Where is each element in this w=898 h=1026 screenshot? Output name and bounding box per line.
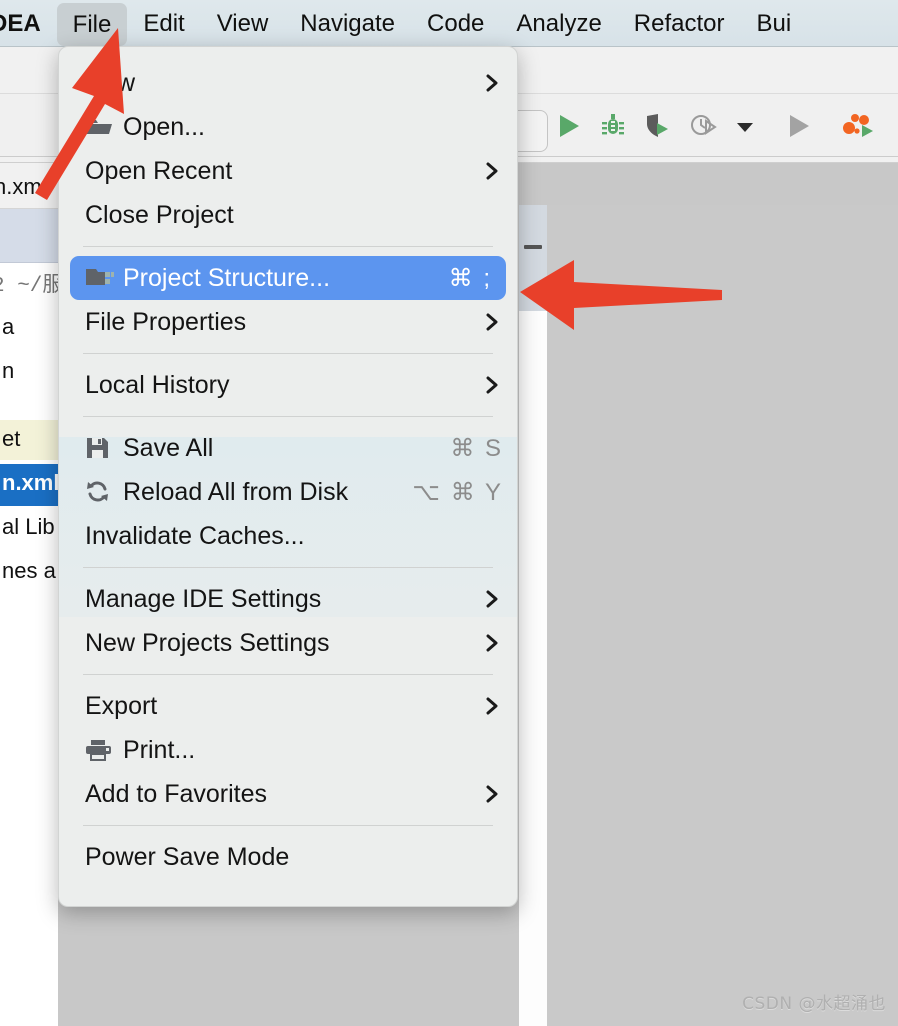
menubar-item-analyze[interactable]: Analyze — [500, 0, 617, 47]
editor-tab-label[interactable]: n.xm — [0, 174, 42, 200]
menu-item-label: Power Save Mode — [85, 842, 290, 871]
chevron-right-icon — [481, 374, 503, 396]
tree-row-label: n.xml — [2, 470, 58, 495]
editor-left-gutter — [519, 311, 547, 1026]
menu-separator — [83, 416, 493, 417]
menu-bar: DEA File Edit View Navigate Code Analyze… — [0, 0, 898, 47]
debug-icon[interactable] — [600, 112, 626, 145]
run-gray-icon[interactable] — [786, 112, 812, 145]
menu-item-shortcut: ⌘ S — [450, 434, 503, 462]
menu-item-local-history[interactable]: Local History — [59, 363, 517, 407]
menu-item-add-to-favorites[interactable]: Add to Favorites — [59, 772, 517, 816]
editor-background: CSDN @水超涌也 — [547, 205, 898, 1026]
editor-tab-strip[interactable]: n.xm — [0, 162, 58, 209]
menubar-item-build[interactable]: Bui — [741, 0, 808, 47]
menu-item-shortcut: ⌘ ; — [448, 264, 492, 292]
chevron-right-icon — [481, 783, 503, 805]
watermark: CSDN @水超涌也 — [742, 994, 886, 1014]
tree-row[interactable]: al Lib — [2, 514, 55, 540]
dropdown-chevron-icon[interactable] — [736, 120, 754, 138]
chevron-right-icon — [481, 695, 503, 717]
save-icon — [85, 436, 123, 460]
menu-item-label: Export — [85, 691, 158, 720]
toolbar-actions — [556, 112, 898, 145]
menu-item-label: Manage IDE Settings — [85, 584, 322, 613]
menu-item-label: Print... — [123, 735, 196, 764]
menu-item-export[interactable]: Export — [59, 684, 517, 728]
tree-row-label: et — [2, 426, 21, 451]
menu-item-file-properties[interactable]: File Properties — [59, 300, 517, 344]
reload-icon — [85, 480, 123, 504]
tree-row[interactable]: n — [2, 358, 14, 384]
tool-window-stripe — [519, 205, 547, 312]
menu-item-label: Close Project — [85, 200, 234, 229]
profile-icon[interactable] — [690, 112, 718, 145]
menu-separator — [83, 674, 493, 675]
chevron-right-icon — [481, 160, 503, 182]
tree-row[interactable]: nes a — [2, 558, 56, 584]
menubar-item-code[interactable]: Code — [411, 0, 500, 47]
project-tool-window-sliver: n.xm 2 ~/服 a n et n.xml al Lib nes a — [0, 162, 58, 1026]
menu-item-label: Save All — [123, 433, 214, 462]
file-menu-dropdown: New Open... Open Recent Close Project Pr… — [58, 46, 518, 907]
menu-item-label: Open Recent — [85, 156, 233, 185]
menu-item-new[interactable]: New — [59, 61, 517, 105]
menu-separator — [83, 353, 493, 354]
menu-item-label: Add to Favorites — [85, 779, 268, 808]
project-structure-icon — [85, 266, 123, 290]
menu-item-print[interactable]: Print... — [59, 728, 517, 772]
menu-item-label: New — [85, 68, 136, 97]
menu-item-label: Open... — [123, 112, 205, 141]
menu-item-shortcut: ⌥ ⌘ Y — [412, 478, 503, 506]
menu-separator — [83, 567, 493, 568]
menubar-item-navigate[interactable]: Navigate — [284, 0, 411, 47]
menu-item-label: Invalidate Caches... — [85, 521, 305, 550]
menubar-app-name[interactable]: DEA — [0, 0, 57, 47]
chevron-right-icon — [481, 632, 503, 654]
chevron-right-icon — [481, 311, 503, 333]
menubar-item-view[interactable]: View — [201, 0, 285, 47]
menu-item-new-projects-settings[interactable]: New Projects Settings — [59, 621, 517, 665]
tree-row[interactable]: a — [2, 314, 14, 340]
menu-separator — [83, 825, 493, 826]
collapse-dash-icon — [524, 245, 542, 249]
menu-item-label: Reload All from Disk — [123, 477, 349, 506]
folder-open-icon — [85, 116, 123, 138]
menubar-item-file[interactable]: File — [56, 2, 128, 46]
tool-window-header — [0, 209, 58, 263]
run-with-coverage-icon[interactable] — [644, 112, 672, 145]
chevron-right-icon — [481, 72, 503, 94]
run-dashboard-icon[interactable] — [842, 112, 876, 145]
menubar-item-refactor[interactable]: Refactor — [618, 0, 741, 47]
menu-item-label: Local History — [85, 370, 230, 399]
menu-item-reload-all-from-disk[interactable]: Reload All from Disk ⌥ ⌘ Y — [59, 470, 517, 514]
menu-separator — [83, 246, 493, 247]
menu-item-label: File Properties — [85, 307, 247, 336]
menu-item-label: New Projects Settings — [85, 628, 330, 657]
chevron-right-icon — [481, 588, 503, 610]
menu-item-close-project[interactable]: Close Project — [59, 193, 517, 237]
tree-row-highlight-yellow[interactable]: et — [0, 420, 58, 460]
menu-item-invalidate-caches[interactable]: Invalidate Caches... — [59, 514, 517, 558]
menu-item-open[interactable]: Open... — [59, 105, 517, 149]
menu-item-power-save-mode[interactable]: Power Save Mode — [59, 835, 517, 879]
menu-item-label: Project Structure... — [123, 263, 331, 292]
menu-item-save-all[interactable]: Save All ⌘ S — [59, 426, 517, 470]
menu-item-project-structure[interactable]: Project Structure... ⌘ ; — [70, 256, 506, 300]
print-icon — [85, 738, 123, 762]
menu-item-open-recent[interactable]: Open Recent — [59, 149, 517, 193]
menubar-item-edit[interactable]: Edit — [127, 0, 200, 47]
run-icon[interactable] — [556, 112, 582, 145]
menu-item-manage-ide-settings[interactable]: Manage IDE Settings — [59, 577, 517, 621]
tree-row-selected[interactable]: n.xml — [0, 464, 58, 506]
project-root-path: 2 ~/服 — [0, 275, 58, 298]
